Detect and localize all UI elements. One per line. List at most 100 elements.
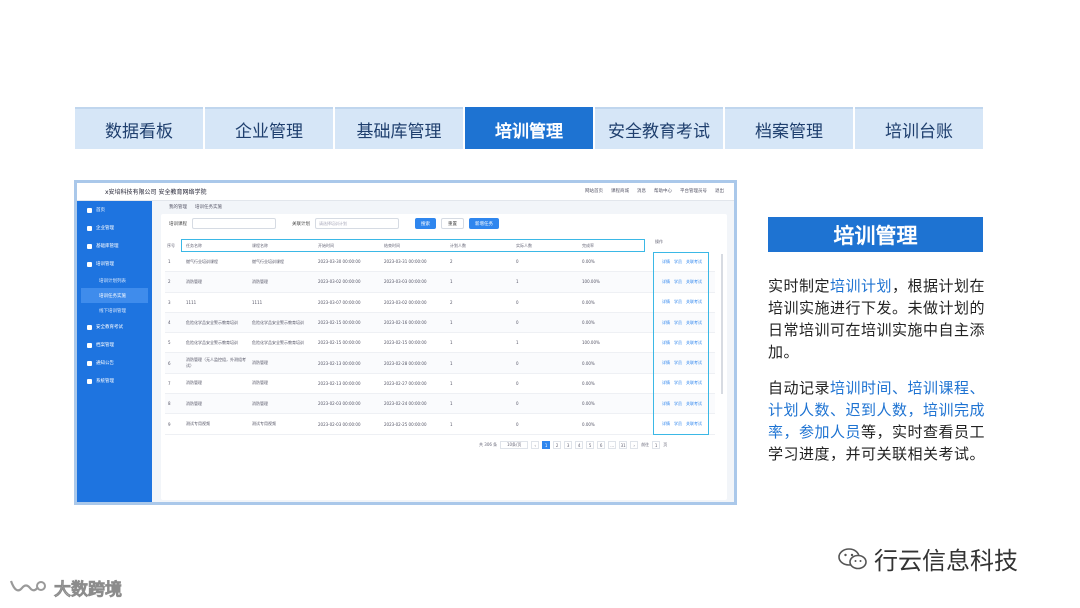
breadcrumb-item[interactable]: 我的管理 bbox=[169, 204, 187, 210]
page-button[interactable]: 31 bbox=[619, 441, 628, 449]
cell-plan: 2 bbox=[450, 259, 453, 265]
top-tab-nav: 数据看板 企业管理 基础库管理 培训管理 安全教育考试 档案管理 培训台账 bbox=[75, 107, 983, 149]
sidebar-item[interactable]: 通知公告 bbox=[77, 354, 152, 372]
search-button[interactable]: 搜索 bbox=[415, 218, 436, 229]
tab-4[interactable]: 安全教育考试 bbox=[595, 107, 723, 149]
description-1: 实时制定培训计划，根据计划在培训实施进行下发。未做计划的日常培训可在培训实施中自… bbox=[768, 275, 988, 363]
table-row: 5 危险化学品安全警示教育培训 危险化学品安全警示教育培训 2023-02-15 00… bbox=[165, 333, 715, 354]
task-name-input[interactable] bbox=[192, 218, 276, 229]
prev-page-button[interactable]: ‹ bbox=[531, 441, 540, 449]
page-button[interactable]: 5 bbox=[586, 441, 595, 449]
task-name-label: 培训课程 bbox=[169, 221, 187, 227]
sidebar-item-label: 基础库管理 bbox=[96, 244, 119, 249]
cell-task: 消防管理 bbox=[186, 278, 202, 284]
column-header: 课程名称 bbox=[252, 242, 268, 248]
toolbar-link[interactable]: 帮助中心 bbox=[654, 188, 672, 194]
sidebar-item[interactable]: 系统管理 bbox=[77, 372, 152, 390]
cell-start: 2023-03-07 00:00:00 bbox=[318, 299, 361, 305]
goto-input[interactable]: 1 bbox=[652, 441, 661, 449]
sidebar-subitem[interactable]: 培训计划列表 bbox=[77, 273, 152, 288]
page-button[interactable]: 4 bbox=[575, 441, 584, 449]
plan-select[interactable]: 请选择培训计划 bbox=[315, 218, 399, 229]
column-header: 开始时间 bbox=[318, 242, 334, 248]
sidebar-item[interactable]: 培训管理 bbox=[77, 255, 152, 273]
cell-actual: 1 bbox=[516, 279, 519, 285]
table-row: 8 消防管理 消防管理 2023-02-03 00:00:00 2023-02-24 0… bbox=[165, 394, 715, 415]
table-row: 1 燃气行业培训课程 燃气行业培训课程 2023-03-30 00:00:00 2023… bbox=[165, 252, 715, 273]
menu-icon bbox=[87, 225, 92, 231]
row-index: 2 bbox=[168, 279, 171, 285]
cell-course: 1111 bbox=[252, 299, 263, 305]
filter-bar: 培训课程 关联计划 请选择培训计划 搜索 重置 新增任务 bbox=[169, 218, 499, 229]
cell-task: 消防管理 bbox=[186, 380, 202, 386]
sidebar-item[interactable]: 基础库管理 bbox=[77, 237, 152, 255]
tab-3[interactable]: 培训管理 bbox=[465, 107, 593, 149]
cell-plan: 1 bbox=[450, 421, 453, 427]
reset-button[interactable]: 重置 bbox=[441, 218, 464, 229]
goto-suffix: 页 bbox=[663, 442, 668, 447]
page-size-select[interactable]: 10条/页 bbox=[500, 441, 529, 449]
brand-logo-icon bbox=[9, 580, 46, 591]
row-index: 8 bbox=[168, 401, 171, 407]
column-header: 计划人数 bbox=[450, 242, 466, 248]
cell-rate: 100.00% bbox=[582, 340, 600, 346]
tab-5[interactable]: 档案管理 bbox=[725, 107, 853, 149]
sidebar-item[interactable]: 首页 bbox=[77, 201, 152, 219]
cell-rate: 0.00% bbox=[582, 421, 595, 427]
app-tools: 网站首页 课程商城 消息 帮助中心 平台管理员号 退出 bbox=[585, 188, 724, 194]
description-2: 自动记录培训时间、培训课程、计划人数、迟到人数，培训完成率，参加人员等，实时查看… bbox=[768, 377, 988, 465]
breadcrumb-item[interactable]: 培训任务实施 bbox=[195, 204, 222, 210]
menu-icon bbox=[87, 342, 92, 348]
tab-0[interactable]: 数据看板 bbox=[75, 107, 203, 149]
scrollbar[interactable] bbox=[721, 254, 723, 394]
next-page-button[interactable]: › bbox=[630, 441, 639, 449]
toolbar-link[interactable]: 课程商城 bbox=[611, 188, 629, 194]
cell-actual: 0 bbox=[516, 380, 519, 386]
cell-plan: 1 bbox=[450, 360, 453, 366]
sidebar-item[interactable]: 企业管理 bbox=[77, 219, 152, 237]
page-button[interactable]: 3 bbox=[564, 441, 573, 449]
toolbar-link[interactable]: 消息 bbox=[637, 188, 646, 194]
page-button[interactable]: ... bbox=[608, 441, 617, 449]
cell-start: 2023-02-15 00:00:00 bbox=[318, 320, 361, 326]
page-button[interactable]: 1 bbox=[542, 441, 551, 449]
sidebar-subitem[interactable]: 培训任务实施 bbox=[81, 288, 148, 303]
cell-plan: 1 bbox=[450, 380, 453, 386]
cell-plan: 1 bbox=[450, 401, 453, 407]
body-text: 自动记录 bbox=[768, 379, 831, 397]
cell-plan: 1 bbox=[450, 279, 453, 285]
tab-1[interactable]: 企业管理 bbox=[205, 107, 333, 149]
menu-icon bbox=[87, 360, 92, 366]
add-task-button[interactable]: 新增任务 bbox=[469, 218, 499, 229]
slide: 数据看板 企业管理 基础库管理 培训管理 安全教育考试 档案管理 培训台账 x安培科技有限公… bbox=[0, 0, 1080, 608]
cell-rate: 0.00% bbox=[582, 320, 595, 326]
sidebar-item-label: 首页 bbox=[96, 208, 105, 213]
sidebar-item[interactable]: 安全教育考试 bbox=[77, 318, 152, 336]
cell-rate: 0.00% bbox=[582, 380, 595, 386]
cell-actual: 0 bbox=[516, 320, 519, 326]
column-header: 完成率 bbox=[582, 242, 594, 248]
app-screenshot: x安培科技有限公司 安全教育网络学院 网站首页 课程商城 消息 帮助中心 平台管理员号 退… bbox=[74, 180, 737, 505]
cell-end: 2023-03-03 00:00:00 bbox=[384, 279, 427, 285]
cell-task: 测试专用视频 bbox=[186, 421, 210, 427]
tab-6[interactable]: 培训台账 bbox=[855, 107, 983, 149]
toolbar-link[interactable]: 网站首页 bbox=[585, 188, 603, 194]
app-sidebar: 首页企业管理基础库管理培训管理 培训计划列表 培训任务实施 线下培训管理 安全教育考试档… bbox=[77, 201, 152, 502]
cell-actual: 1 bbox=[516, 340, 519, 346]
ops-highlight-box bbox=[653, 252, 709, 435]
sidebar-item[interactable]: 档案管理 bbox=[77, 336, 152, 354]
cell-actual: 0 bbox=[516, 421, 519, 427]
toolbar-link[interactable]: 平台管理员号 bbox=[680, 188, 707, 194]
page-button[interactable]: 6 bbox=[597, 441, 606, 449]
cell-task: 危险化学品安全警示教育培训 bbox=[186, 339, 238, 345]
tab-2[interactable]: 基础库管理 bbox=[335, 107, 463, 149]
page-button[interactable]: 2 bbox=[553, 441, 562, 449]
cell-actual: 0 bbox=[516, 401, 519, 407]
content-panel: 培训课程 关联计划 请选择培训计划 搜索 重置 新增任务 序号 任务名称 课程名称… bbox=[161, 214, 727, 500]
plan-label: 关联计划 bbox=[292, 221, 310, 227]
goto-label: 前往 bbox=[641, 442, 650, 447]
sidebar-subitem[interactable]: 线下培训管理 bbox=[77, 303, 152, 318]
sidebar-item-label: 通知公告 bbox=[96, 361, 114, 366]
highlight-text: 培训计划 bbox=[830, 277, 893, 295]
toolbar-link[interactable]: 退出 bbox=[715, 188, 724, 194]
